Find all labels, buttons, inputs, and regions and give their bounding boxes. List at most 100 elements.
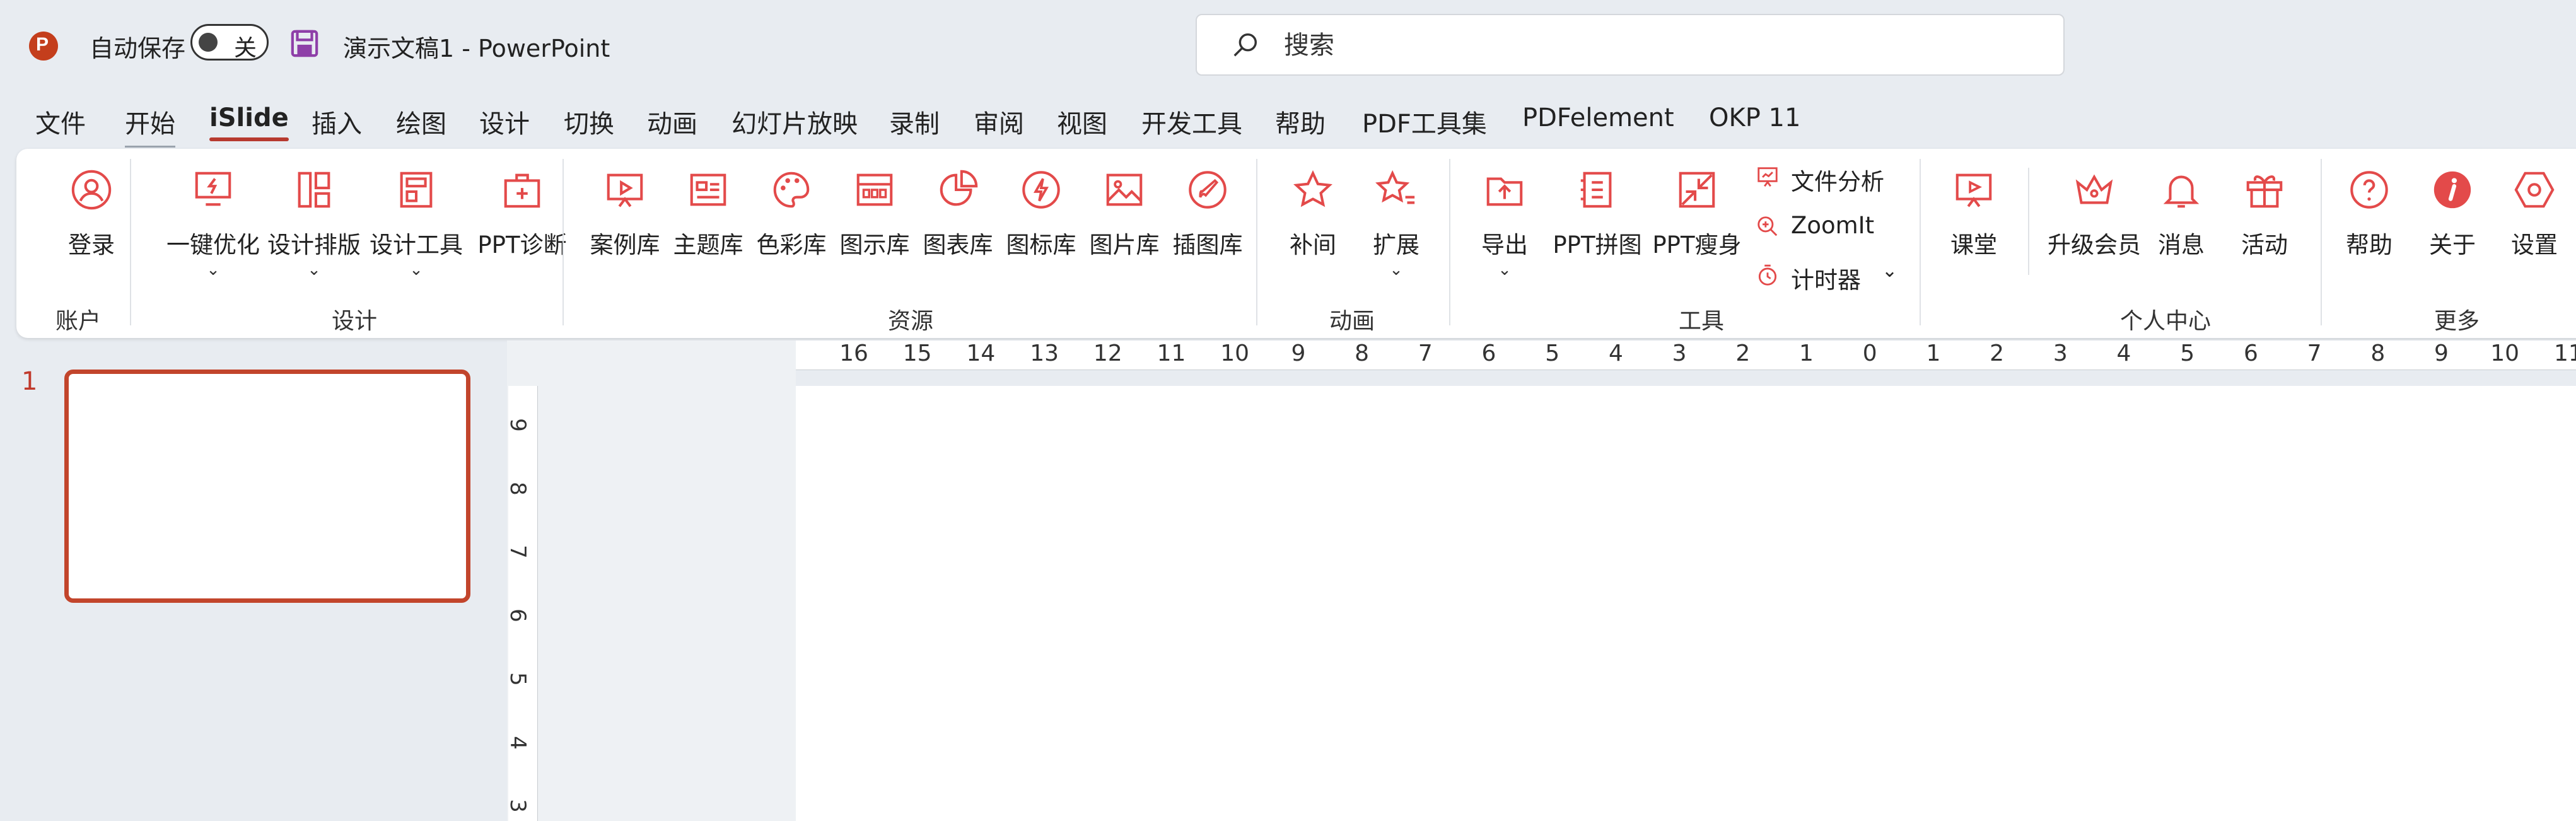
group-separator [1449, 159, 1450, 325]
ruler-tick-label: 8 [1355, 341, 1370, 366]
ruler-tick-label: 6 [1481, 341, 1496, 366]
ruler-tick-label: 8 [2370, 341, 2386, 366]
tween-button[interactable]: 补间 [1275, 168, 1351, 260]
vertical-ruler[interactable]: 9 8 7 6 5 4 3 [504, 386, 538, 821]
ruler-tick-label: 1 [1799, 341, 1814, 366]
analysis-icon [1757, 167, 1778, 187]
ruler-tick-label: 7 [1418, 341, 1433, 366]
autosave-toggle[interactable]: 关 [190, 24, 269, 61]
separator [2028, 168, 2029, 275]
ruler-tick-label: 6 [2243, 341, 2258, 366]
info-circle-icon [2433, 171, 2471, 209]
ruler-tick-label: 5 [2180, 341, 2195, 366]
case-library-button[interactable]: 案例库 [578, 168, 672, 260]
ruler-tick-label: 10 [2490, 341, 2520, 366]
star-icon [1293, 170, 1332, 207]
diagram-library-button[interactable]: 图示库 [827, 168, 922, 260]
ruler-tick-label: 12 [1093, 341, 1122, 366]
powerpoint-logo-icon [29, 32, 58, 61]
tab-islide[interactable]: iSlide [209, 103, 289, 141]
tab-record[interactable]: 录制 [889, 103, 940, 140]
tab-okp[interactable]: OKP 11 [1709, 103, 1800, 132]
slide-canvas[interactable] [796, 386, 2576, 821]
tab-developer[interactable]: 开发工具 [1141, 103, 1242, 140]
group-separator [2321, 159, 2322, 325]
export-button[interactable]: 导出 ⌄ [1467, 168, 1542, 278]
ruler-tick-label: 9 [2434, 341, 2449, 366]
ppt-diagnosis-button[interactable]: PPT诊断 [459, 168, 585, 260]
slide-number: 1 [21, 367, 38, 396]
upgrade-member-button[interactable]: 升级会员 [2041, 168, 2148, 260]
presentation-icon [607, 173, 643, 207]
group-label-more: 更多 [2434, 308, 2480, 334]
ruler-tick-label: 0 [1862, 341, 1877, 366]
theme-icon [690, 173, 726, 206]
search-input[interactable] [1283, 26, 1979, 64]
slide-thumbnail[interactable] [64, 370, 470, 603]
medical-kit-icon [504, 173, 540, 208]
timer-dropdown-chevron-icon[interactable]: ⌄ [1882, 260, 1897, 282]
ruler-tick-label: 6 [504, 608, 530, 622]
crown-icon [2075, 174, 2113, 204]
about-button[interactable]: 关于 [2418, 168, 2487, 260]
tab-file[interactable]: 文件 [35, 103, 86, 140]
group-label-design: 设计 [332, 308, 378, 334]
group-label-tools: 工具 [1679, 308, 1725, 334]
group-label-account: 账户 [55, 308, 102, 334]
ruler-tick-label: 13 [1030, 341, 1059, 366]
help-button[interactable]: 帮助 [2334, 168, 2404, 260]
gift-icon [2246, 175, 2283, 208]
ruler-tick-label: 14 [966, 341, 996, 366]
editor-gutter [507, 341, 796, 821]
color-library-button[interactable]: 色彩库 [744, 168, 839, 260]
ruler-tick-label: 5 [504, 672, 530, 686]
ppt-puzzle-button[interactable]: PPT拼图 [1550, 168, 1645, 260]
monitor-lightning-icon [195, 172, 231, 206]
autosave-label: 自动保存 [90, 35, 186, 62]
theme-library-button[interactable]: 主题库 [661, 168, 755, 260]
tab-slideshow[interactable]: 幻灯片放映 [731, 103, 858, 140]
tab-transitions[interactable]: 切换 [564, 103, 614, 140]
tab-design[interactable]: 设计 [479, 103, 530, 140]
diagram-icon [856, 173, 893, 206]
palette-icon [773, 172, 810, 208]
tab-draw[interactable]: 绘图 [396, 103, 446, 140]
illustration-library-button[interactable]: 插图库 [1160, 168, 1255, 260]
export-folder-icon [1486, 177, 1523, 206]
ruler-tick-label: 2 [1990, 341, 2005, 366]
classroom-button[interactable]: 课堂 [1936, 168, 2012, 260]
tab-animations[interactable]: 动画 [647, 103, 697, 140]
star-lines-icon [1375, 170, 1415, 204]
tab-home[interactable]: 开始 [125, 103, 175, 148]
horizontal-ruler[interactable]: 16 15 14 13 12 11 10 9 8 7 6 5 4 3 2 1 0 1 2 3 4 5 6 7 8 9 10 11 [796, 341, 2576, 370]
save-icon[interactable] [290, 29, 319, 58]
activities-button[interactable]: 活动 [2230, 168, 2299, 260]
chevron-down-icon: ⌄ [409, 260, 423, 279]
ruler-tick-label: 10 [1220, 341, 1250, 366]
tab-pdf-tools[interactable]: PDF工具集 [1362, 103, 1487, 140]
brush-circle-icon [1189, 171, 1227, 209]
tab-pdfelement[interactable]: PDFelement [1522, 103, 1674, 132]
tab-view[interactable]: 视图 [1057, 103, 1107, 140]
tab-insert[interactable]: 插入 [312, 103, 362, 140]
ppt-slim-button[interactable]: PPT瘦身 [1650, 168, 1744, 260]
search-box[interactable] [1196, 14, 2065, 76]
chart-library-button[interactable]: 图表库 [911, 168, 1005, 260]
pie-chart-icon [940, 170, 978, 206]
ruler-tick-label: 3 [1672, 341, 1687, 366]
icon-library-button[interactable]: 图标库 [994, 168, 1088, 260]
ribbon-tabs: 文件 开始 iSlide 插入 绘图 设计 切换 动画 幻灯片放映 录制 审阅 … [0, 95, 2576, 148]
tab-review[interactable]: 审阅 [974, 103, 1024, 140]
user-icon [71, 170, 112, 210]
ruler-tick-label: 16 [839, 341, 868, 366]
ruler-tick-label: 7 [2307, 341, 2322, 366]
tab-help[interactable]: 帮助 [1275, 103, 1326, 140]
login-button[interactable]: 登录 [44, 168, 139, 260]
extend-button[interactable]: 扩展 ⌄ [1358, 168, 1434, 278]
settings-button[interactable]: 设置 [2500, 168, 2569, 260]
ruler-tick-label: 2 [1735, 341, 1751, 366]
group-separator [130, 159, 131, 325]
image-library-button[interactable]: 图片库 [1077, 168, 1172, 260]
ruler-tick-label: 3 [504, 799, 530, 813]
messages-button[interactable]: 消息 [2147, 168, 2216, 260]
